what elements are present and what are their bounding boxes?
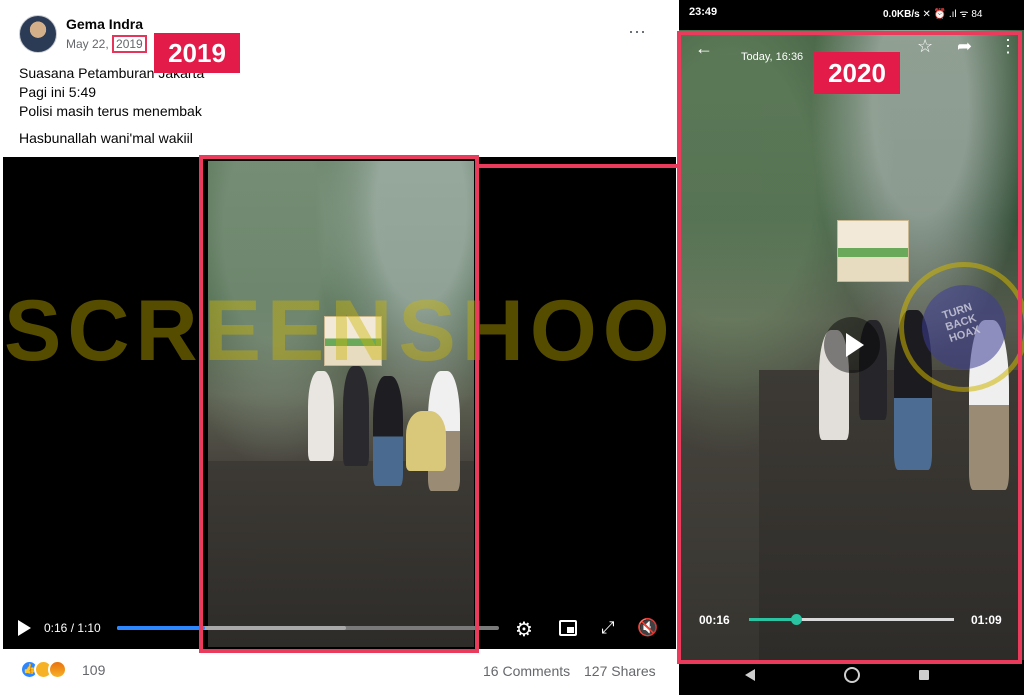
nav-back-icon[interactable] <box>745 669 755 681</box>
comments-count[interactable]: 16 Comments <box>483 663 570 679</box>
more-options-icon[interactable]: ⋯ <box>628 22 647 43</box>
highlight-frame-2020 <box>677 31 1022 664</box>
caption-line: Hasbunallah wani'mal wakiil <box>19 130 193 146</box>
video-time: 0:16 / 1:10 <box>44 621 101 635</box>
reaction-count[interactable]: 109 <box>82 662 105 678</box>
author-name[interactable]: Gema Indra <box>66 16 143 32</box>
nav-home-icon[interactable] <box>844 667 860 683</box>
post-caption: Suasana Petamburan Jakarta Pagi ini 5:49… <box>19 64 659 148</box>
video-progress-fill <box>117 626 205 630</box>
highlight-connector <box>477 164 679 168</box>
status-time: 23:49 <box>689 6 718 18</box>
status-icons: 0.0KB/s ✕ ⏰ .ıl ᯤ 84 <box>883 9 983 20</box>
shares-count[interactable]: 127 Shares <box>584 663 656 679</box>
angry-reaction-icon <box>48 660 67 679</box>
play-icon[interactable] <box>18 620 31 636</box>
caption-line: Polisi masih terus menembak <box>19 103 202 119</box>
caption-line: Pagi ini 5:49 <box>19 84 97 100</box>
avatar[interactable] <box>19 15 57 53</box>
year-badge-2019: 2019 <box>154 33 240 73</box>
picture-in-picture-icon[interactable] <box>559 620 577 636</box>
post-date[interactable]: May 22, 2019 <box>66 35 147 53</box>
post-date-prefix: May 22, <box>66 37 113 51</box>
android-navbar <box>679 660 1024 695</box>
mute-icon[interactable]: 🔇 <box>637 618 658 638</box>
highlight-frame-2019 <box>199 155 479 653</box>
network-speed: 0.0KB/s <box>883 9 920 20</box>
caption-line: Suasana Petamburan Jakarta <box>19 65 205 81</box>
post-year-highlight: 2019 <box>112 35 147 53</box>
settings-gear-icon[interactable]: ⚙ <box>515 617 533 642</box>
battery-level: 84 <box>971 9 983 20</box>
fullscreen-icon[interactable]: ⤢ <box>601 618 615 638</box>
nav-recent-apps-icon[interactable] <box>919 670 929 680</box>
